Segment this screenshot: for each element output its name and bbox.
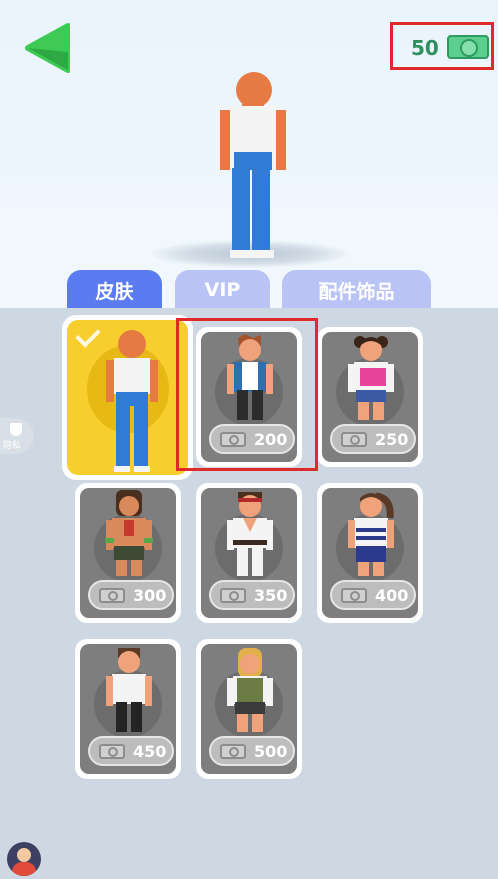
currency-amount: 50	[411, 36, 439, 60]
check-icon	[75, 322, 101, 348]
tab-vip[interactable]: VIP	[175, 270, 270, 310]
skin-figure	[106, 330, 158, 472]
currency-display: 50	[390, 22, 494, 70]
skin-figure	[348, 336, 394, 420]
privacy-label: 隐私	[3, 441, 22, 451]
preview-character	[220, 72, 286, 258]
price-label: 500	[254, 741, 288, 761]
cash-icon	[447, 35, 489, 59]
tab-skin[interactable]: 皮肤	[67, 270, 162, 310]
price-label: 450	[133, 741, 167, 761]
skin-card-450[interactable]: 450	[75, 639, 181, 779]
skin-figure	[106, 648, 152, 732]
highlight-box	[176, 318, 318, 471]
cash-icon	[220, 587, 246, 603]
skin-card-300[interactable]: 300	[75, 483, 181, 623]
user-avatar[interactable]	[7, 842, 41, 876]
tab-accessories[interactable]: 配件饰品	[282, 270, 431, 310]
skin-card-250[interactable]: 250	[317, 327, 423, 467]
price-label: 300	[133, 585, 167, 605]
cash-icon	[341, 587, 367, 603]
skin-card-400[interactable]: 400	[317, 483, 423, 623]
cash-icon	[99, 587, 125, 603]
skin-card-selected[interactable]	[62, 315, 193, 480]
skin-figure	[348, 492, 394, 576]
cash-icon	[99, 743, 125, 759]
price-label: 400	[375, 585, 409, 605]
skin-card-500[interactable]: 500	[196, 639, 302, 779]
price-label: 350	[254, 585, 288, 605]
cash-icon	[341, 431, 367, 447]
cash-icon	[220, 743, 246, 759]
skin-figure	[105, 490, 153, 576]
skin-card-350[interactable]: 350	[196, 483, 302, 623]
skin-figure	[227, 648, 273, 732]
skin-figure	[227, 492, 273, 576]
back-button[interactable]	[24, 22, 71, 74]
shield-icon	[10, 423, 22, 436]
price-label: 250	[375, 429, 409, 449]
back-arrow-icon	[25, 23, 71, 73]
